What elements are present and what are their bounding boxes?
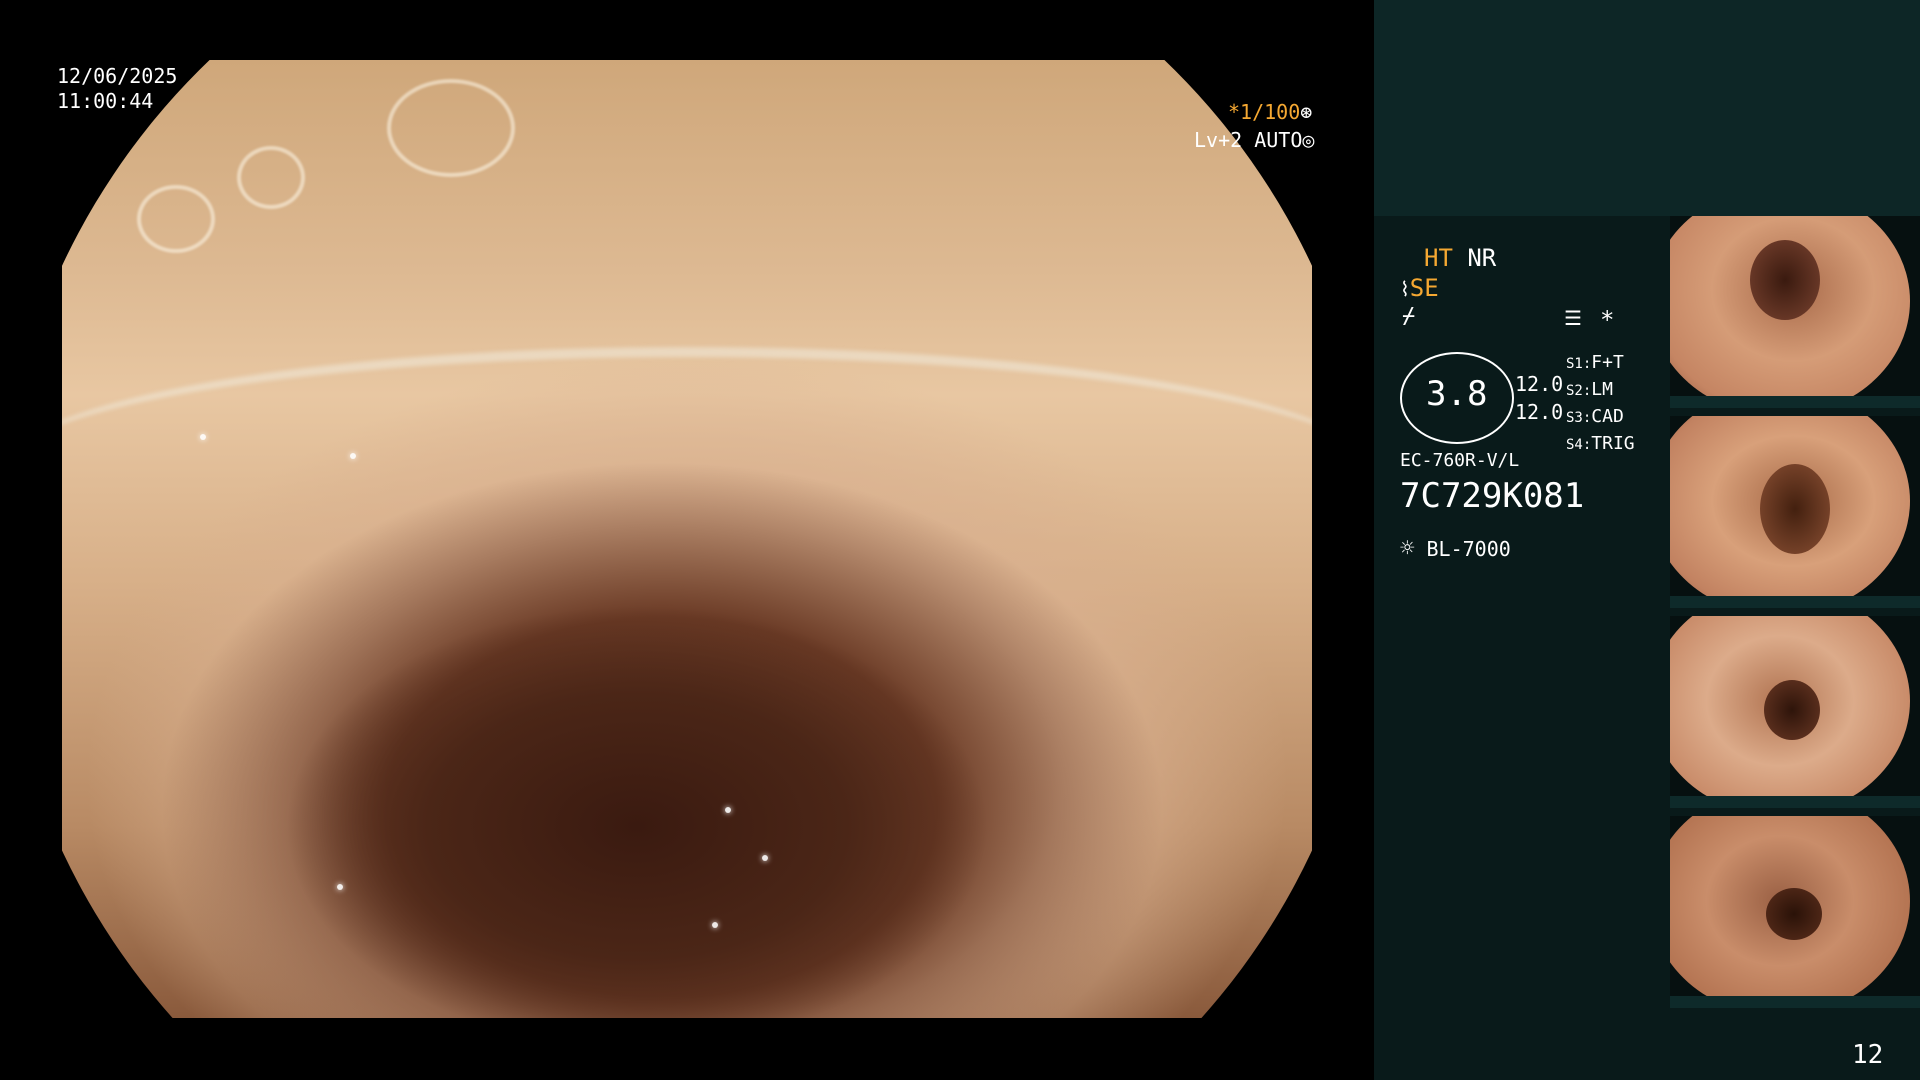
se-row: ⌇SE (1400, 274, 1439, 302)
s4-key: S4: (1566, 437, 1592, 453)
thumbnail-caption (1670, 596, 1920, 608)
scope-model: EC-760R-V/L (1400, 450, 1520, 471)
bubble (237, 146, 305, 210)
s2-value: LM (1591, 379, 1613, 400)
s3-key: S3: (1566, 410, 1592, 426)
switch-s1: S1:F+T (1566, 350, 1635, 377)
s2-key: S2: (1566, 383, 1592, 399)
lumen (1766, 888, 1822, 940)
shutter-readout: *1/100⊛ (1228, 100, 1312, 124)
thumbnail-2[interactable] (1670, 416, 1920, 608)
cap-rim (62, 347, 1312, 472)
side-panel-header (1374, 0, 1920, 216)
freeze-icon: ⌿ (1402, 304, 1416, 329)
thumbnail-1[interactable] (1670, 216, 1920, 408)
menu-icon: ☰ (1564, 306, 1582, 330)
scope-serial: 7C729K081 (1400, 476, 1585, 516)
endoscope-main-view (62, 60, 1312, 1018)
ht-label: HT (1424, 244, 1453, 272)
thumbnail-3[interactable] (1670, 616, 1920, 808)
exposure-mode-label: AUTO (1254, 128, 1303, 152)
s1-value: F+T (1591, 352, 1624, 373)
switch-s3: S3:CAD (1566, 404, 1635, 431)
enhancement-row: HT NR (1424, 244, 1496, 272)
zoom-value: 3.8 (1426, 374, 1488, 414)
light-source-label: BL-7000 (1426, 537, 1511, 561)
reflection (762, 855, 768, 862)
exposure-readout: Lv+2 AUTO◎ (1194, 128, 1314, 152)
thumbnail-caption (1670, 396, 1920, 408)
switch-s2: S2:LM (1566, 377, 1635, 404)
lumen (1750, 240, 1820, 320)
value-b: 12.0 (1515, 400, 1564, 424)
light-source-row: ☼ BL-7000 (1400, 534, 1511, 562)
reflection (349, 452, 356, 459)
auto-iris-icon: ◎ (1302, 128, 1315, 152)
page-number: 12 (1852, 1040, 1884, 1070)
reflection (724, 807, 731, 814)
scope-bend-icon: ⌇ (1400, 277, 1410, 301)
s1-key: S1: (1566, 356, 1592, 372)
switch-list: S1:F+T S2:LM S3:CAD S4:TRIG (1566, 350, 1635, 458)
switch-s4: S4:TRIG (1566, 431, 1635, 458)
thumbnail-caption (1670, 996, 1920, 1008)
lumen (1764, 680, 1820, 740)
bubble (137, 184, 215, 253)
light-source-icon: ☼ (1400, 534, 1415, 562)
date-label: 12/06/2025 (57, 64, 178, 88)
time-label: 11:00:44 (57, 89, 154, 113)
s3-value: CAD (1591, 406, 1624, 427)
se-label: SE (1409, 274, 1439, 302)
shutter-icon: ⊛ (1300, 100, 1313, 124)
s4-value: TRIG (1591, 433, 1635, 454)
thumbnail-caption (1670, 796, 1920, 808)
reflection (712, 922, 718, 929)
shutter-label: *1/100 (1228, 100, 1301, 124)
asterisk-label: * (1600, 306, 1615, 334)
nr-label: NR (1467, 244, 1497, 272)
reflection (337, 883, 343, 890)
thumbnail-4[interactable] (1670, 816, 1920, 1008)
level-label: Lv+2 (1194, 128, 1243, 152)
lumen (1760, 464, 1830, 554)
value-a: 12.0 (1515, 372, 1564, 396)
bubble (387, 79, 515, 178)
reflection (199, 433, 206, 440)
